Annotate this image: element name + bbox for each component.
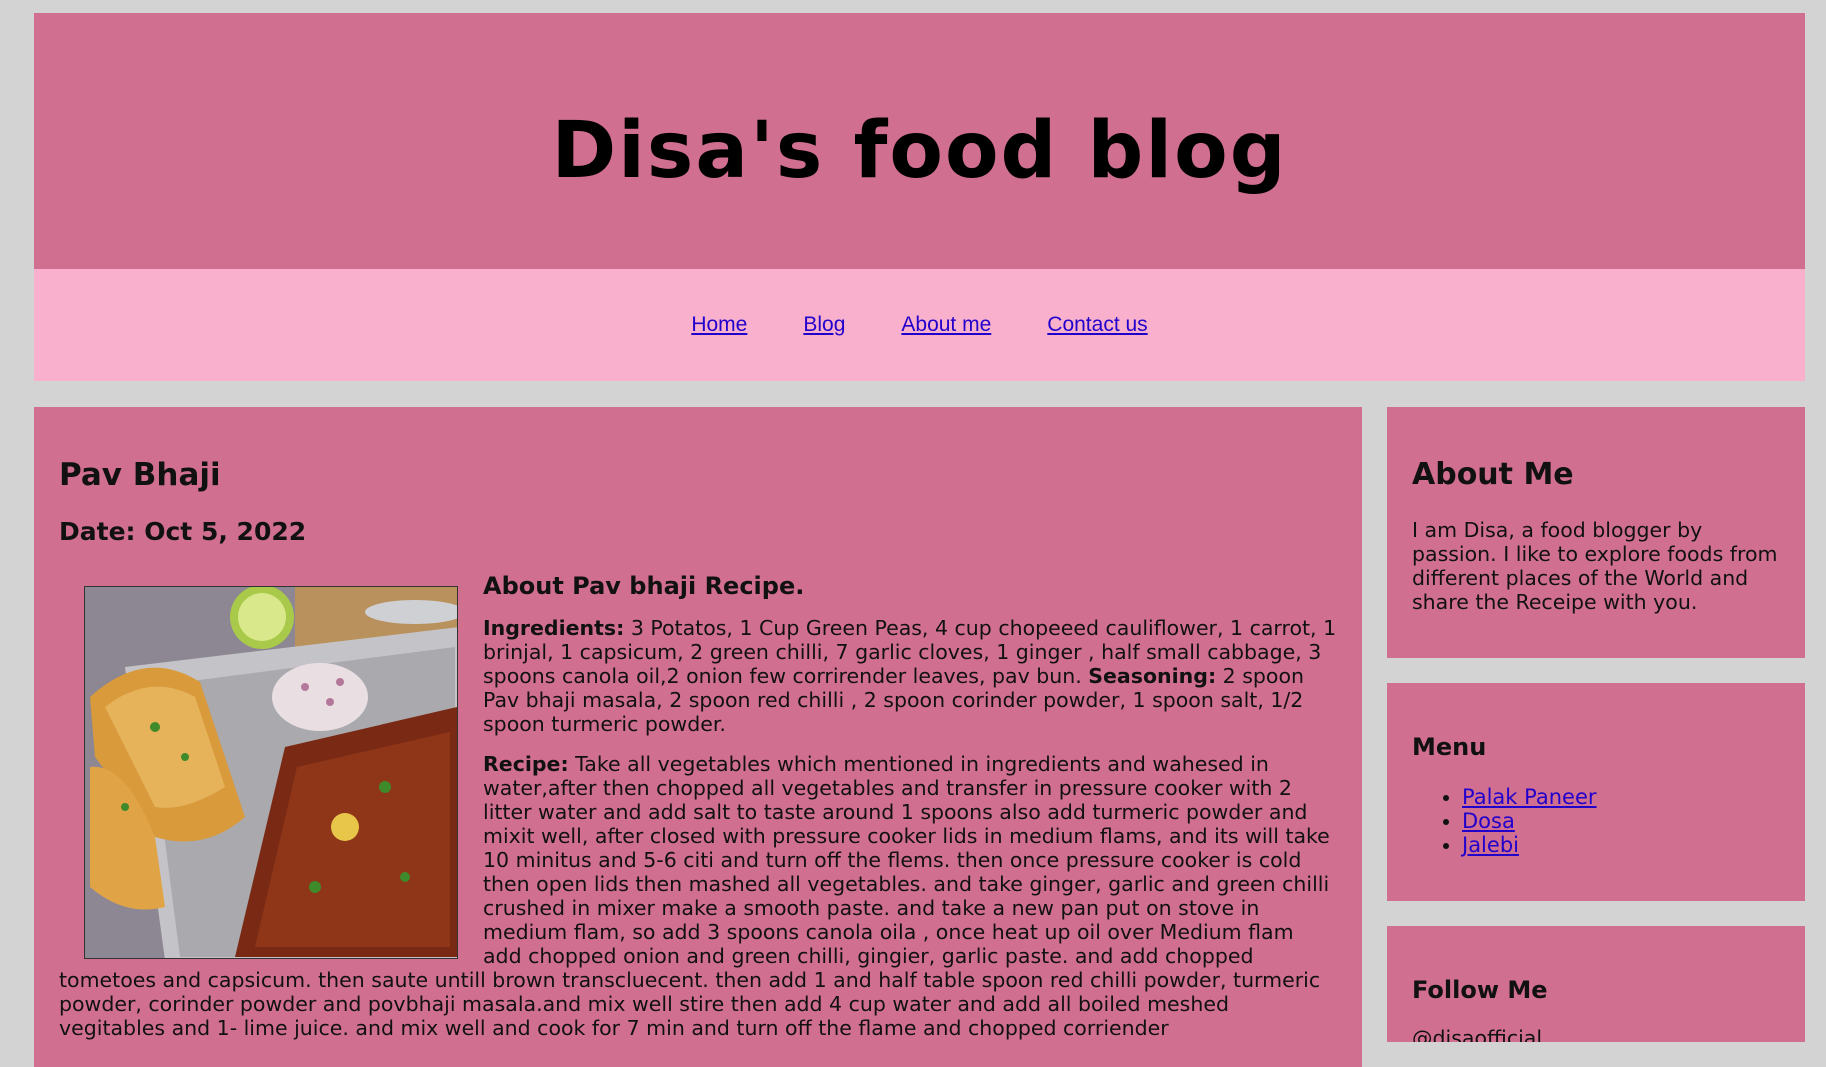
site-title: Disa's food blog <box>551 106 1288 196</box>
menu-link-palak-paneer[interactable]: Palak Paneer <box>1462 785 1597 809</box>
pav-bhaji-photo <box>85 587 457 958</box>
site-header: Disa's food blog <box>34 13 1805 269</box>
nav-link-contact-us[interactable]: Contact us <box>1047 313 1147 337</box>
post-title: Pav Bhaji <box>59 457 221 493</box>
social-handle: @disaofficial <box>1412 1026 1543 1042</box>
top-navigation: Home Blog About me Contact us <box>34 269 1805 381</box>
nav-link-about-me[interactable]: About me <box>901 313 991 337</box>
menu-item: Palak Paneer <box>1462 785 1780 809</box>
blog-post: Pav Bhaji Date: Oct 5, 2022 About Pav bh… <box>34 407 1362 1067</box>
nav-link-blog[interactable]: Blog <box>803 313 845 337</box>
follow-me-panel: Follow Me @disaofficial <box>1387 926 1805 1042</box>
ingredients-label: Ingredients: <box>483 616 625 640</box>
pav-bhaji-image <box>84 586 458 959</box>
nav-link-home[interactable]: Home <box>691 313 747 337</box>
follow-me-heading: Follow Me <box>1412 976 1548 1004</box>
menu-link-dosa[interactable]: Dosa <box>1462 809 1515 833</box>
menu-item: Jalebi <box>1462 833 1780 857</box>
menu-link-jalebi[interactable]: Jalebi <box>1462 833 1519 857</box>
menu-heading: Menu <box>1412 733 1487 761</box>
about-me-panel: About Me I am Disa, a food blogger by pa… <box>1387 407 1805 658</box>
menu-list: Palak Paneer Dosa Jalebi <box>1412 785 1780 857</box>
about-me-text: I am Disa, a food blogger by passion. I … <box>1412 518 1778 614</box>
about-me-heading: About Me <box>1412 457 1574 492</box>
seasoning-label: Seasoning: <box>1088 664 1217 688</box>
menu-item: Dosa <box>1462 809 1780 833</box>
menu-panel: Menu Palak Paneer Dosa Jalebi <box>1387 683 1805 901</box>
post-date: Date: Oct 5, 2022 <box>59 517 307 546</box>
recipe-label: Recipe: <box>483 752 569 776</box>
